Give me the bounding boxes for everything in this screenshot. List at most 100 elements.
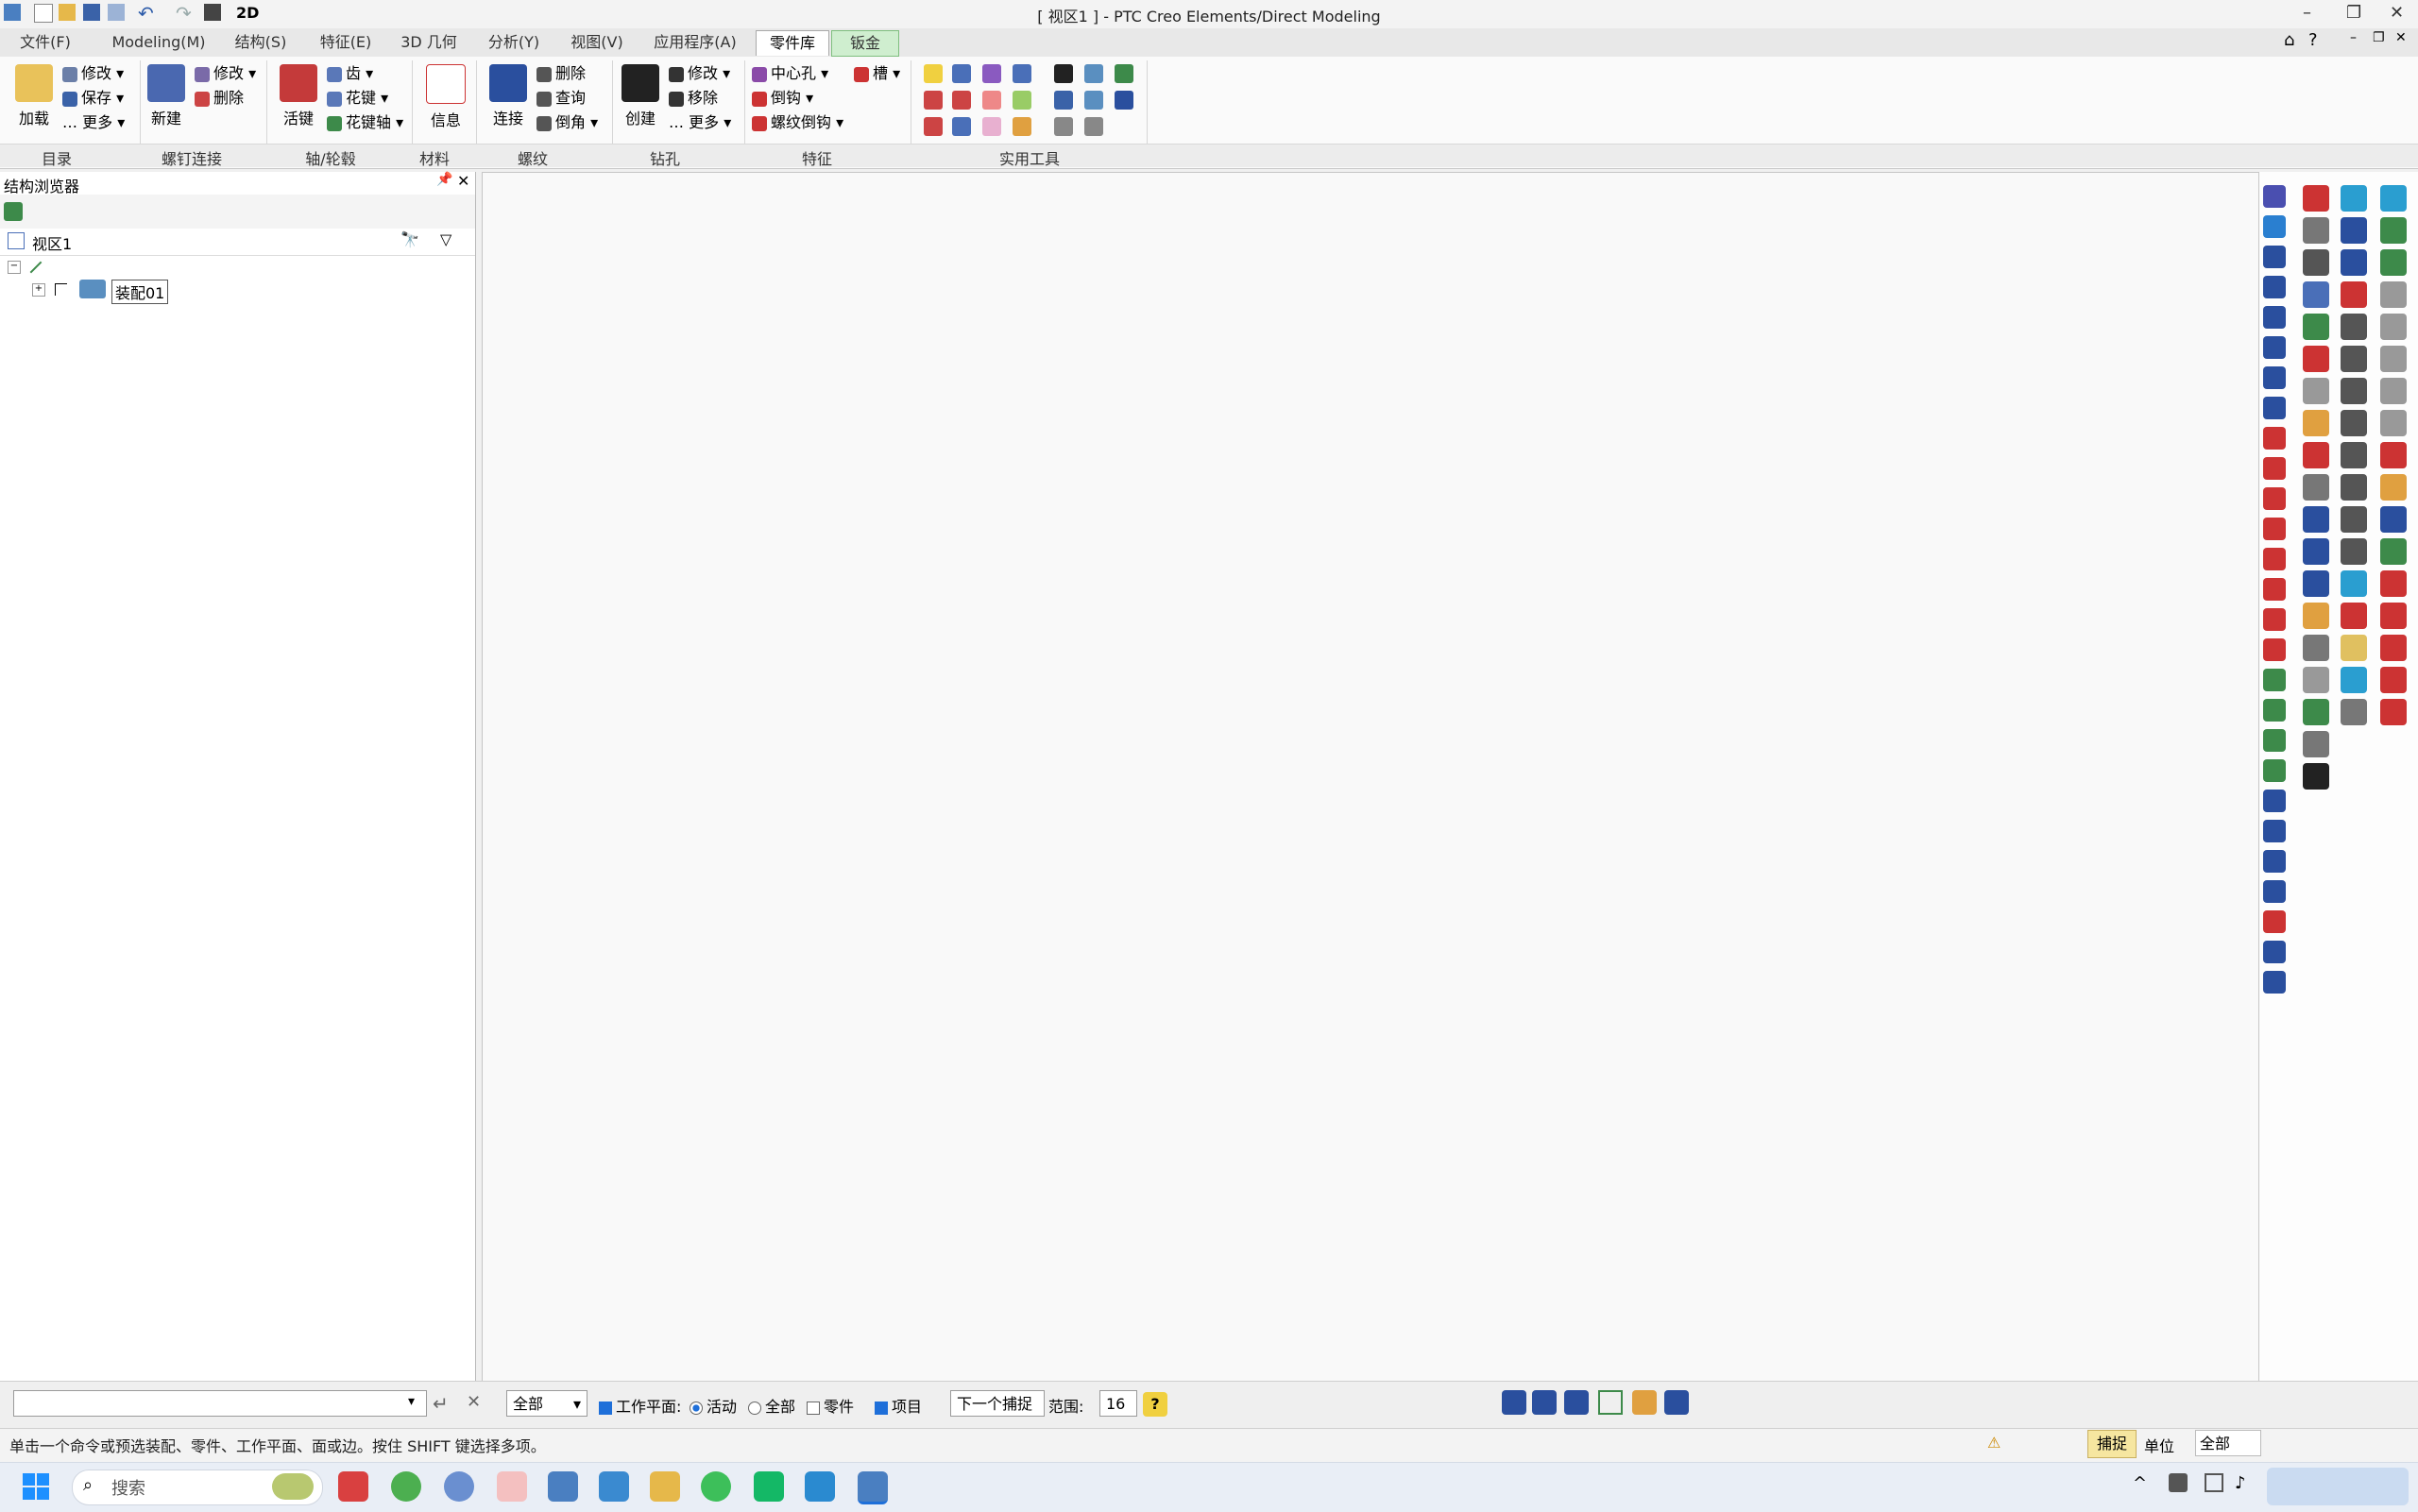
transform-tool-icon[interactable] — [1013, 64, 1031, 83]
app-red-icon[interactable] — [338, 1471, 368, 1502]
turn-icon[interactable] — [2263, 729, 2286, 752]
enter-icon[interactable]: ↵ — [433, 1392, 449, 1415]
all-radio[interactable]: 全部 — [748, 1394, 795, 1417]
ribbon-min-icon[interactable]: – — [2350, 30, 2357, 45]
bsa-icon[interactable] — [2303, 603, 2329, 629]
polygon-icon[interactable] — [2263, 336, 2286, 359]
snap-button[interactable]: 捕捉 — [2087, 1430, 2137, 1458]
din-box-icon[interactable] — [2303, 474, 2329, 501]
ring-icon[interactable] — [2341, 249, 2367, 276]
param-icon[interactable] — [2303, 249, 2329, 276]
tree-collapse-icon[interactable]: − — [8, 261, 21, 274]
settings-app-icon[interactable] — [444, 1471, 474, 1502]
tab-part-library[interactable]: 零件库 — [756, 30, 829, 56]
mail-app-icon[interactable] — [805, 1471, 835, 1502]
thread-delete-button[interactable]: 删除 — [536, 62, 586, 85]
cylinder-icon[interactable] — [2341, 635, 2367, 661]
fw-icon[interactable] — [2303, 410, 2329, 436]
cancel-icon[interactable]: ✕ — [467, 1392, 481, 1412]
bearing-1-icon[interactable] — [2380, 570, 2407, 597]
volume-icon[interactable]: ♪ — [2235, 1473, 2246, 1493]
nmp-icon[interactable] — [2303, 570, 2329, 597]
horizontal-line-icon[interactable] — [2263, 427, 2286, 450]
close-icon[interactable]: ✕ — [2390, 3, 2404, 23]
rectangle-icon[interactable] — [2263, 246, 2286, 268]
dimension-icon[interactable] — [2263, 790, 2286, 812]
tab-feature[interactable]: 特征(E) — [308, 30, 383, 55]
thread-connect-button[interactable]: 连接 — [482, 64, 535, 128]
mirror-tool-icon[interactable] — [952, 91, 971, 110]
next-snap-select[interactable]: 下一个捕捉 — [950, 1390, 1045, 1417]
drill-create-button[interactable]: 创建 — [614, 64, 667, 128]
star-icon[interactable] — [2303, 346, 2329, 372]
bearing-3-icon[interactable] — [2380, 635, 2407, 661]
start-icon[interactable] — [23, 1473, 49, 1500]
cross-line-icon[interactable] — [2263, 548, 2286, 570]
step-4-icon[interactable] — [2380, 378, 2407, 404]
arrow-left-tool-icon[interactable] — [1054, 117, 1073, 136]
gallery-tool-icon[interactable] — [1013, 117, 1031, 136]
offset-line-icon[interactable] — [2263, 608, 2286, 631]
network-icon[interactable] — [2205, 1473, 2223, 1492]
calc-icon[interactable] — [2303, 506, 2329, 533]
chrome-icon[interactable] — [391, 1471, 421, 1502]
block-icon[interactable] — [2303, 217, 2329, 244]
export-tool-icon[interactable] — [1084, 91, 1103, 110]
tab-modeling[interactable]: Modeling(M) — [111, 30, 206, 55]
seq-2-icon[interactable] — [2341, 346, 2367, 372]
trim-icon[interactable] — [2263, 820, 2286, 842]
frame-tool-icon[interactable] — [1013, 91, 1031, 110]
build-icon[interactable] — [1502, 1390, 1526, 1415]
active-radio[interactable]: 活动 — [690, 1394, 737, 1417]
step-3-icon[interactable] — [2380, 346, 2407, 372]
pin-icon[interactable]: 📌 — [436, 172, 452, 187]
home-icon[interactable]: ⌂ — [2284, 30, 2294, 50]
browser-close-icon[interactable]: ✕ — [457, 172, 469, 190]
split-icon[interactable] — [2263, 850, 2286, 873]
tab-applications[interactable]: 应用程序(A) — [646, 30, 744, 55]
catalog-more-button[interactable]: … 更多 ▾ — [62, 111, 125, 134]
delete-geo-icon[interactable] — [2263, 910, 2286, 933]
ratio-icon[interactable] — [2303, 538, 2329, 565]
extrude-icon[interactable] — [2263, 669, 2286, 691]
gray-block-icon[interactable] — [2303, 667, 2329, 693]
stack-tool-icon[interactable] — [1115, 64, 1133, 83]
arc-icon[interactable] — [2263, 306, 2286, 329]
table-tool-icon[interactable] — [1054, 91, 1073, 110]
vertical-line-icon[interactable] — [2263, 457, 2286, 480]
frame-toolbar-icon[interactable] — [1598, 1390, 1623, 1415]
gear-toolbar-3-icon[interactable] — [1664, 1390, 1689, 1415]
thread-chamfer-feature-button[interactable]: 螺纹倒钩 ▾ — [752, 111, 843, 134]
ssp-icon[interactable] — [2380, 474, 2407, 501]
box-tool-icon[interactable] — [924, 91, 943, 110]
select-tool-icon[interactable] — [924, 64, 943, 83]
bolt-new-button[interactable]: 新建 — [140, 64, 193, 128]
drill-move-button[interactable]: 移除 — [669, 87, 718, 110]
tab-sheet-metal[interactable]: 钣金 — [831, 30, 899, 57]
ribbon-restore-icon[interactable]: ❐ — [2373, 30, 2385, 45]
spline-button[interactable]: 花键 ▾ — [327, 87, 388, 110]
angle-line-icon[interactable] — [2263, 487, 2286, 510]
help-icon[interactable]: ? — [2308, 30, 2318, 50]
thread-query-button[interactable]: 查询 — [536, 87, 586, 110]
slot-button[interactable]: 槽 ▾ — [854, 62, 900, 85]
workplane-icon[interactable] — [2263, 185, 2286, 208]
tab-view[interactable]: 视图(V) — [559, 30, 635, 55]
window-tool-icon[interactable] — [2341, 699, 2367, 725]
blue-tool-icon[interactable] — [2341, 667, 2367, 693]
gear-button[interactable]: 齿 ▾ — [327, 62, 373, 85]
bar-icon[interactable] — [2303, 731, 2329, 757]
sort-icon[interactable] — [2341, 570, 2367, 597]
workplane-checkbox[interactable]: 工作平面: — [599, 1394, 681, 1417]
cube-green-icon[interactable] — [2380, 538, 2407, 565]
load-button[interactable]: 加载 — [8, 64, 60, 128]
wechat-icon[interactable] — [701, 1471, 731, 1502]
structure-tree-icon[interactable] — [4, 202, 23, 221]
seq-8-icon[interactable] — [2341, 538, 2367, 565]
messenger-icon[interactable] — [754, 1471, 784, 1502]
catalog-save-button[interactable]: 保存 ▾ — [62, 87, 124, 110]
pointer-tool-icon[interactable] — [1115, 91, 1133, 110]
red-tool-icon[interactable] — [2341, 603, 2367, 629]
image-tool-icon[interactable] — [982, 117, 1001, 136]
step-2-icon[interactable] — [2380, 314, 2407, 340]
